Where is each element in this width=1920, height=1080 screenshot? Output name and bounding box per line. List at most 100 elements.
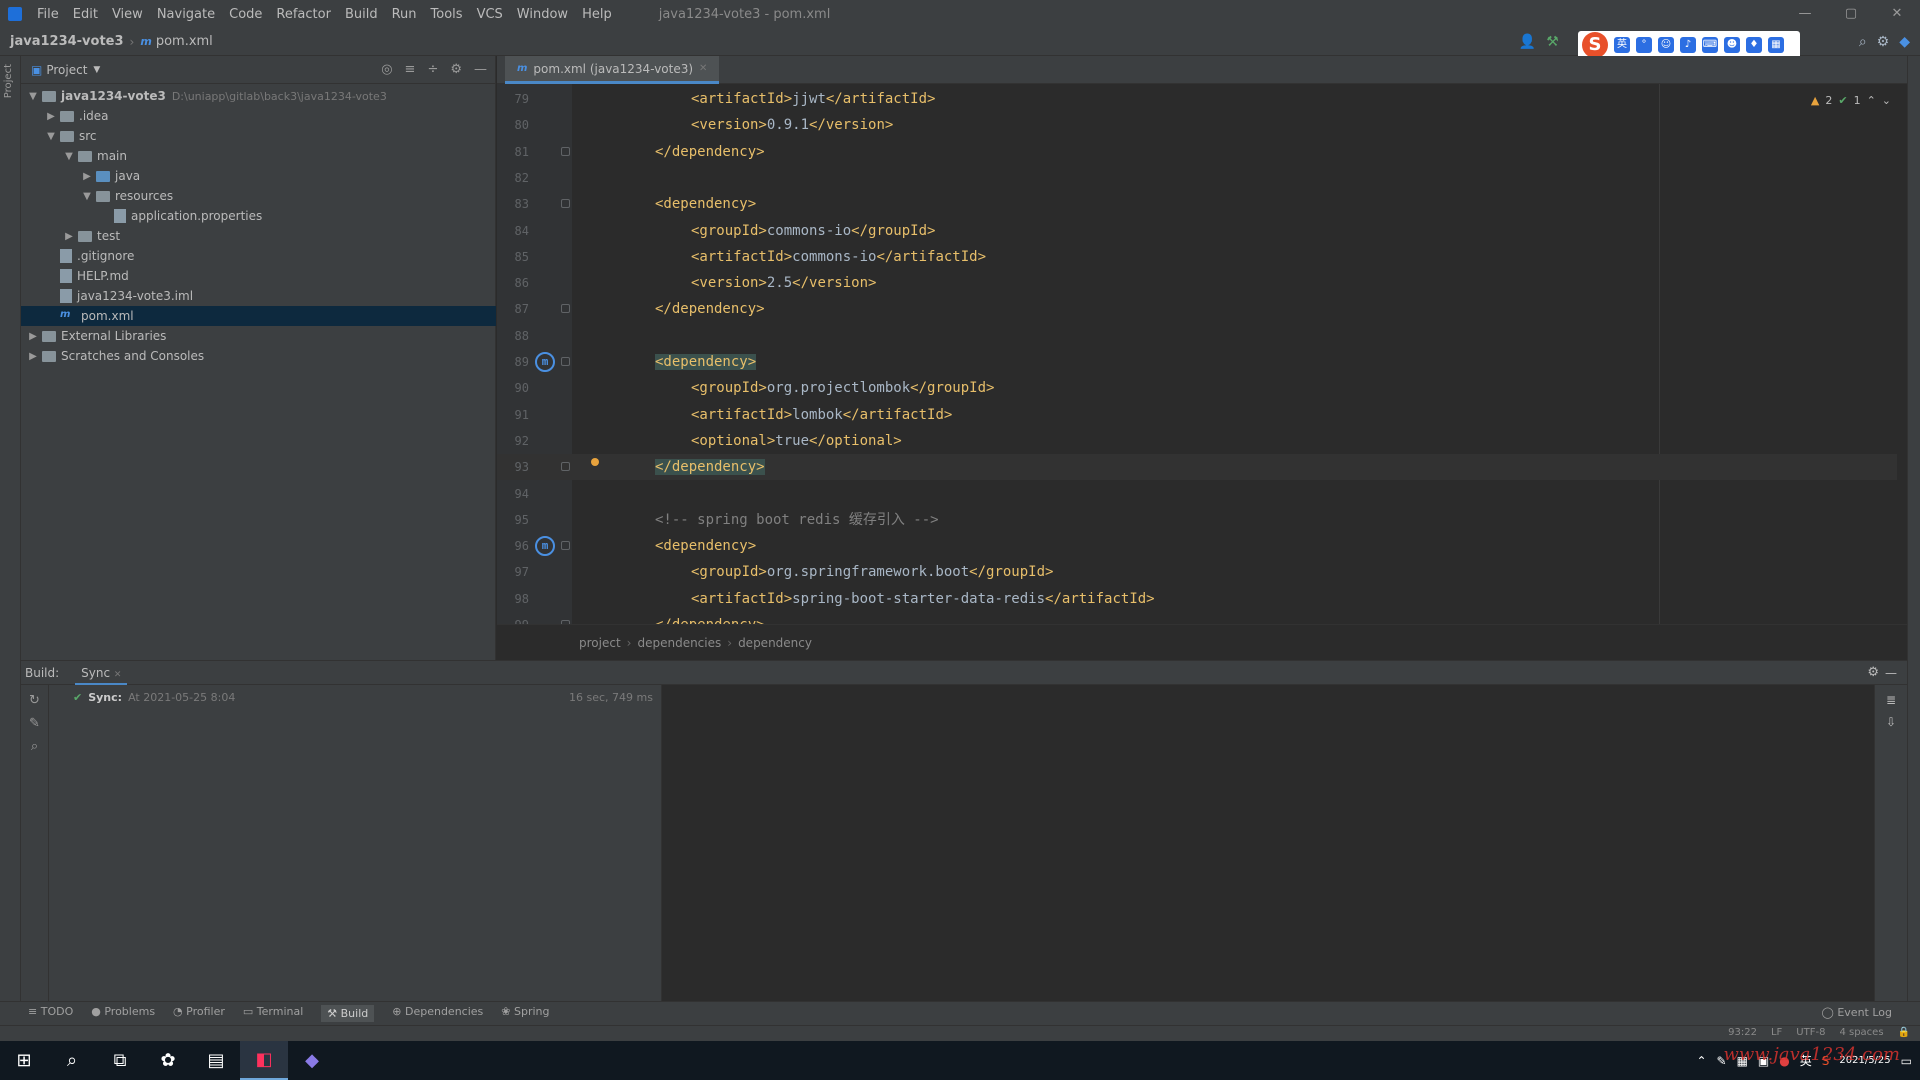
tree-item-gitignore[interactable]: .gitignore — [21, 246, 496, 266]
hide-icon[interactable]: — — [474, 62, 487, 77]
code-line[interactable]: 85 <artifactId>commons-io</artifactId> — [497, 244, 1897, 270]
task-view-icon[interactable]: ⧉ — [96, 1041, 144, 1080]
code-line[interactable]: 90 <groupId>org.projectlombok</groupId> — [497, 375, 1897, 401]
ime-menu-icon[interactable]: ▦ — [1768, 37, 1784, 53]
tree-item-resources[interactable]: ▼ resources — [21, 186, 496, 206]
settings-gear-icon[interactable]: ⚙ — [1877, 34, 1890, 50]
maven-dependency-gutter-icon[interactable]: m — [535, 352, 555, 372]
expand-all-icon[interactable]: ≡ — [405, 62, 416, 77]
locate-icon[interactable]: ◎ — [381, 62, 392, 77]
code-line[interactable]: 91 <artifactId>lombok</artifactId> — [497, 402, 1897, 428]
ime-keyboard-icon[interactable]: ⌨ — [1702, 37, 1718, 53]
menu-item-edit[interactable]: Edit — [66, 7, 105, 22]
tool-window-profiler[interactable]: ◔ Profiler — [173, 1005, 225, 1022]
menu-item-build[interactable]: Build — [338, 7, 385, 22]
tree-item-pom-xml[interactable]: m pom.xml — [21, 306, 496, 326]
chevron-right-icon[interactable]: ▶ — [63, 231, 75, 242]
code-line[interactable]: 94 — [497, 481, 1897, 507]
build-hammer-icon[interactable]: ⚒ — [1546, 34, 1559, 50]
tab-pom-xml[interactable]: m pom.xml (java1234-vote3) ✕ — [505, 56, 720, 84]
chevron-right-icon[interactable]: ▶ — [81, 171, 93, 182]
ime-punct-icon[interactable]: ° — [1636, 37, 1652, 53]
file-encoding[interactable]: UTF-8 — [1796, 1027, 1825, 1038]
notification-icon[interactable]: ▭ — [1901, 1054, 1912, 1068]
soft-wrap-icon[interactable]: ≣ — [1875, 693, 1907, 707]
code-line[interactable]: 80 <version>0.9.1</version> — [497, 112, 1897, 138]
intellij-taskbar-icon[interactable]: ◧ — [240, 1041, 288, 1080]
collapse-all-icon[interactable]: ÷ — [427, 62, 438, 77]
menu-item-view[interactable]: View — [105, 7, 150, 22]
chevron-down-icon[interactable]: ▼ — [93, 65, 100, 75]
code-line[interactable]: 87 </dependency> — [497, 296, 1897, 322]
ime-toolbar[interactable]: S 英 ° ☺ ♪ ⌨ ☻ ♦ ▦ — [1578, 31, 1800, 59]
fold-marker-icon[interactable] — [561, 541, 570, 551]
tree-item-java1234-vote3-iml[interactable]: java1234-vote3.iml — [21, 286, 496, 306]
code-line[interactable]: 95 <!-- spring boot redis 缓存引入 --> — [497, 507, 1897, 533]
code-line[interactable]: 89 m <dependency> — [497, 349, 1897, 375]
minimize-icon[interactable]: — — [1782, 0, 1828, 28]
event-log-button[interactable]: ◯ Event Log — [1822, 1006, 1892, 1019]
tab-sync[interactable]: Sync ✕ — [75, 661, 128, 685]
windows-start-icon[interactable]: ⊞ — [0, 1041, 48, 1080]
nav-file[interactable]: pom.xml — [156, 34, 213, 49]
tree-item-application-properties[interactable]: application.properties — [21, 206, 496, 226]
search-icon[interactable]: ⌕ — [1859, 34, 1867, 50]
file-explorer-icon[interactable]: ▤ — [192, 1041, 240, 1080]
tree-item-test[interactable]: ▶ test — [21, 226, 496, 246]
ime-user-icon[interactable]: ☻ — [1724, 37, 1740, 53]
refresh-icon[interactable]: ↻ — [21, 693, 48, 708]
ime-emoji-icon[interactable]: ☺ — [1658, 37, 1674, 53]
tree-item-scratches-and-consoles[interactable]: ▶ Scratches and Consoles — [21, 346, 496, 366]
indent-setting[interactable]: 4 spaces — [1839, 1027, 1883, 1038]
gear-icon[interactable]: ⚙ — [1867, 665, 1879, 680]
code-line[interactable]: 88 — [497, 323, 1897, 349]
maven-dependency-gutter-icon[interactable]: m — [535, 536, 555, 557]
code-line[interactable]: 86 <version>2.5</version> — [497, 270, 1897, 296]
user-icon[interactable]: 👤 — [1519, 34, 1536, 50]
menu-item-help[interactable]: Help — [575, 7, 619, 22]
chevron-right-icon[interactable]: ▶ — [45, 111, 57, 122]
chevron-down-icon[interactable]: ▼ — [81, 191, 93, 202]
nav-project[interactable]: java1234-vote3 — [10, 34, 124, 49]
filter-icon[interactable]: ⌕ — [21, 739, 48, 754]
menu-item-code[interactable]: Code — [222, 7, 269, 22]
code-line[interactable]: 96 m <dependency> — [497, 533, 1897, 559]
tool-window-dependencies[interactable]: ⊕ Dependencies — [392, 1005, 483, 1022]
tool-window-spring[interactable]: ❀ Spring — [501, 1005, 549, 1022]
fold-marker-icon[interactable] — [561, 304, 570, 314]
code-line[interactable]: 93 </dependency> — [497, 454, 1897, 481]
tree-item-src[interactable]: ▼ src — [21, 126, 496, 146]
fold-marker-icon[interactable] — [561, 462, 570, 472]
tree-item-java1234-vote3[interactable]: ▼ java1234-vote3 D:\uniapp\gitlab\back3\ja… — [21, 86, 496, 106]
tree-item-external-libraries[interactable]: ▶ External Libraries — [21, 326, 496, 346]
menu-item-vcs[interactable]: VCS — [470, 7, 510, 22]
close-icon[interactable]: ✕ — [1874, 0, 1920, 28]
caret-position[interactable]: 93:22 — [1728, 1027, 1757, 1038]
ime-voice-icon[interactable]: ♪ — [1680, 37, 1696, 53]
chevron-right-icon[interactable]: ▶ — [27, 351, 39, 362]
menu-item-navigate[interactable]: Navigate — [150, 7, 222, 22]
code-line[interactable]: 82 — [497, 165, 1897, 191]
intention-bulb-icon[interactable] — [591, 458, 599, 467]
menu-item-tools[interactable]: Tools — [424, 7, 470, 22]
gear-icon[interactable]: ⚙ — [450, 62, 462, 77]
lock-icon[interactable]: 🔒 — [1898, 1027, 1910, 1038]
code-line[interactable]: 79 <artifactId>jjwt</artifactId> — [497, 86, 1897, 112]
project-panel-title[interactable]: Project — [46, 63, 87, 77]
code-line[interactable]: 97 <groupId>org.springframework.boot</gro… — [497, 559, 1897, 585]
chevron-down-icon[interactable]: ▼ — [45, 131, 57, 142]
breadcrumb-project[interactable]: project — [579, 636, 621, 650]
chevron-down-icon[interactable]: ⌄ — [1882, 94, 1891, 107]
tree-item-main[interactable]: ▼ main — [21, 146, 496, 166]
build-output[interactable] — [662, 685, 1874, 1001]
close-tab-icon[interactable]: ✕ — [699, 63, 707, 74]
fold-marker-icon[interactable] — [561, 199, 570, 209]
maximize-icon[interactable]: ▢ — [1828, 0, 1874, 28]
tool-window-build[interactable]: ⚒ Build — [321, 1005, 375, 1022]
inspection-widget[interactable]: ▲ 2 ✔ 1 ⌃ ⌄ — [1811, 94, 1891, 107]
code-line[interactable]: 84 <groupId>commons-io</groupId> — [497, 218, 1897, 244]
menu-item-file[interactable]: File — [30, 7, 66, 22]
app-icon-vs[interactable]: ◆ — [288, 1041, 336, 1080]
tray-chevron-up-icon[interactable]: ⌃ — [1696, 1054, 1706, 1068]
breadcrumb-dependency[interactable]: dependency — [738, 636, 812, 650]
